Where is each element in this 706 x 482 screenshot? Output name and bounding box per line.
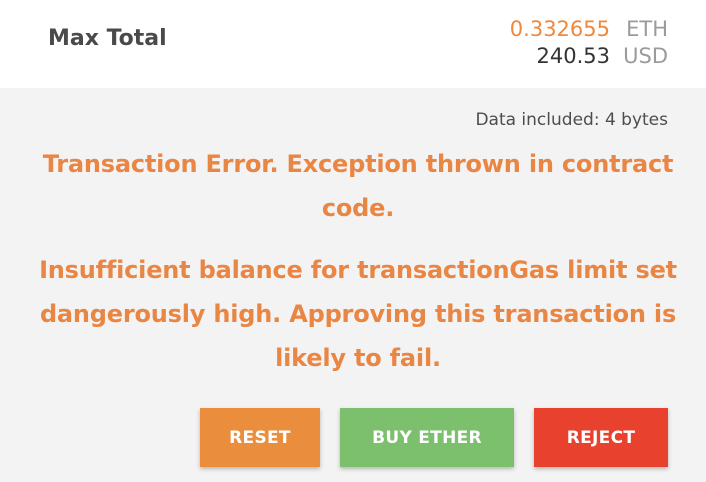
usd-amount-row: 240.53 USD — [510, 43, 668, 70]
eth-amount-row: 0.332655 ETH — [510, 16, 668, 43]
total-summary-panel: Max Total 0.332655 ETH 240.53 USD — [0, 0, 706, 88]
reject-button[interactable]: REJECT — [534, 408, 668, 467]
reset-button[interactable]: RESET — [200, 408, 320, 467]
total-amounts: 0.332655 ETH 240.53 USD — [510, 16, 668, 70]
data-included-text: Data included: 4 bytes — [475, 110, 668, 130]
eth-unit: ETH — [626, 17, 668, 41]
buy-ether-button[interactable]: BUY ETHER — [340, 408, 514, 467]
usd-unit: USD — [623, 44, 668, 68]
eth-amount: 0.332655 — [509, 17, 610, 41]
max-total-label: Max Total — [48, 26, 167, 51]
transaction-error-message: Transaction Error. Exception thrown in c… — [42, 150, 674, 222]
insufficient-balance-warning: Insufficient balance for transactionGas … — [39, 256, 677, 372]
usd-amount: 240.53 — [536, 44, 610, 68]
